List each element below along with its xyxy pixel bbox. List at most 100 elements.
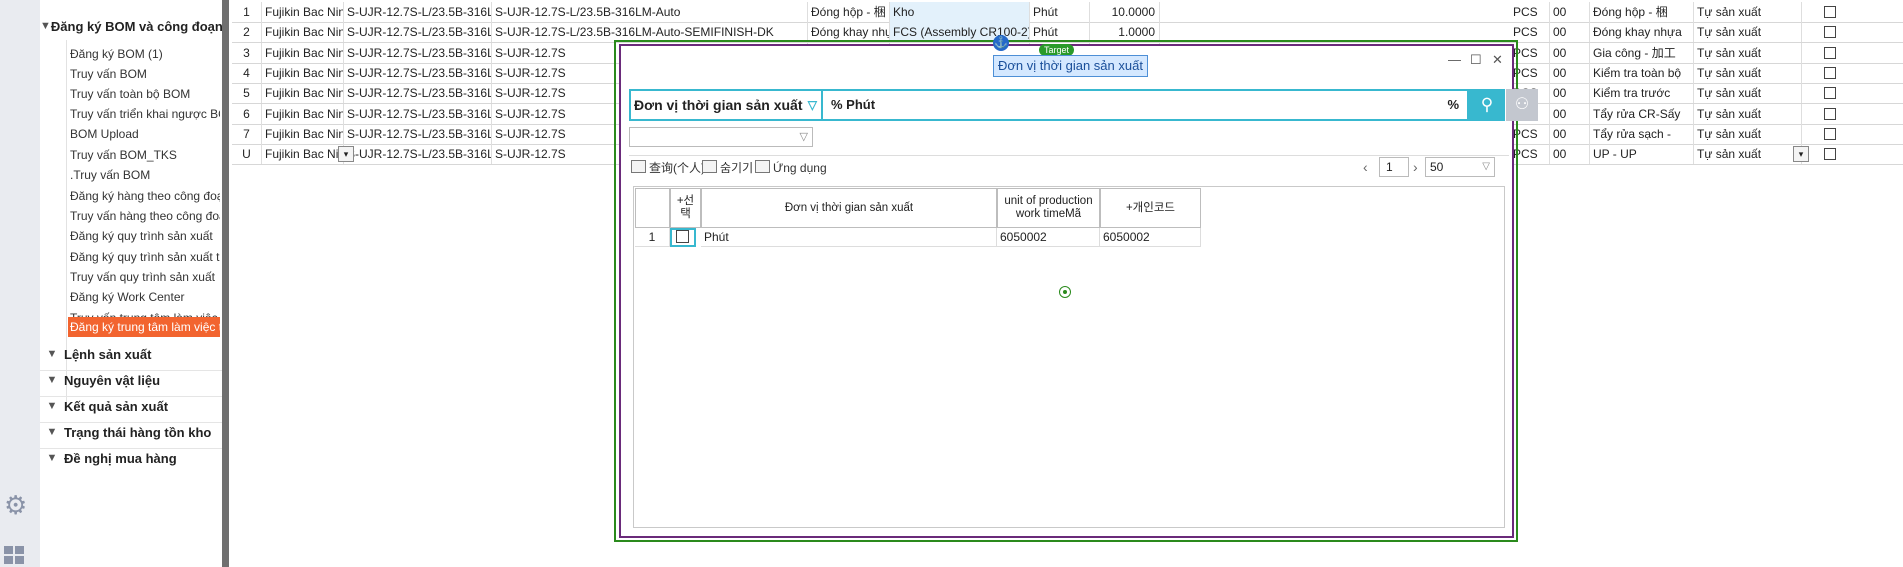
scrollbar-thumb[interactable] <box>222 0 229 567</box>
sidebar-scrollbar[interactable] <box>222 0 229 567</box>
row-checkbox[interactable] <box>1824 6 1836 18</box>
bg-cell-code[interactable]: S-UJR-12.7S-L/23.5B-316LM- <box>344 2 492 22</box>
bg-cell-company[interactable]: Fujikin Bac Ninh <box>262 103 344 124</box>
chevron-down-icon[interactable]: ▾ <box>1793 146 1809 163</box>
bg-cell-company[interactable]: Fujikin Bac Ninh <box>262 42 344 63</box>
bg-cell-company[interactable]: Fujikin Bac Nin <box>262 144 344 165</box>
bg-cell-no[interactable]: 7 <box>232 123 262 144</box>
bg-cell-src[interactable]: Tự sản xuất <box>1694 42 1802 63</box>
bg-cell-proc2[interactable]: Tẩy rửa sạch - <box>1590 123 1694 144</box>
bg-cell-name[interactable]: S-UJR-12.7S-L/23.5B-316LM-Auto <box>492 2 808 22</box>
search-input[interactable]: % Phút <box>831 91 875 119</box>
bg-cell-code[interactable]: S-UJR-12.7S-L/23.5B-316LM- <box>344 22 492 43</box>
sidebar-group[interactable]: ▼ Đề nghị mua hàng <box>40 442 222 474</box>
bg-cell-proc2[interactable]: Gia công - 加工 <box>1590 42 1694 63</box>
bg-cell-proc2[interactable]: Đóng hộp - 梱 <box>1590 2 1694 22</box>
query-personal-button[interactable]: 查询(个人) <box>631 159 705 177</box>
apps-grid-icon[interactable] <box>4 546 26 566</box>
bg-cell-no[interactable]: 1 <box>232 2 262 22</box>
bg-cell-no[interactable]: 2 <box>232 22 262 43</box>
bg-cell-c[interactable]: 00 <box>1550 2 1590 22</box>
search-button[interactable]: ⚲ <box>1469 89 1505 121</box>
sidebar-group-label: Đăng ký BOM và công đoạn <box>50 18 222 34</box>
bg-table-row[interactable]: 1 Fujikin Bac Ninh S-UJR-12.7S-L/23.5B-316… <box>232 2 1903 23</box>
grid-cell-unit[interactable]: 6050002 <box>997 228 1100 247</box>
sidebar-group-bom[interactable]: ▼ Đăng ký BOM và công đoạn <box>40 10 222 42</box>
bg-cell-c[interactable]: 00 <box>1550 83 1590 104</box>
bg-cell-company[interactable]: Fujikin Bac Ninh <box>262 62 344 83</box>
grid-cell-code[interactable]: 6050002 <box>1100 228 1201 247</box>
bg-cell-src[interactable]: Tự sản xuất <box>1694 123 1802 144</box>
hide-button[interactable]: 숨기기 <box>702 159 753 177</box>
page-size-select[interactable]: 50 ▽ <box>1425 157 1495 177</box>
search-wildcard: % <box>1447 97 1459 112</box>
bg-cell-src[interactable]: Tự sản xuất <box>1694 103 1802 124</box>
page-input[interactable]: 1 <box>1379 157 1409 177</box>
bg-cell-proc2[interactable]: Đóng khay nhựa <box>1590 22 1694 43</box>
row-checkbox[interactable] <box>1824 148 1836 161</box>
bg-cell-proc[interactable]: Kho <box>890 2 1030 22</box>
bg-cell-c[interactable]: 00 <box>1550 144 1590 165</box>
bg-cell-c[interactable]: 00 <box>1550 123 1590 144</box>
bg-cell-c[interactable]: 00 <box>1550 22 1590 43</box>
bg-cell-company[interactable]: Fujikin Bac Ninh <box>262 2 344 22</box>
bg-cell-code[interactable]: S-UJR-12.7S-L/23.5B-316LM- <box>344 62 492 83</box>
filter-select[interactable]: ▽ <box>629 127 813 147</box>
bg-cell-company[interactable]: Fujikin Bac Ninh <box>262 123 344 144</box>
bg-cell-no[interactable]: 5 <box>232 83 262 104</box>
bg-cell-src[interactable]: Tự sản xuất <box>1694 2 1802 22</box>
row-checkbox[interactable] <box>1824 26 1836 39</box>
grid-header-unit[interactable]: unit of production work timeMã <box>997 188 1100 228</box>
bg-cell-c[interactable]: 00 <box>1550 42 1590 63</box>
row-checkbox[interactable] <box>1824 46 1836 59</box>
sidebar-item-active[interactable]: Đăng ký trung tâm làm việc theo <box>68 317 220 337</box>
bg-cell-no[interactable]: U <box>232 144 262 165</box>
reset-button[interactable]: ⚇ <box>1506 89 1538 121</box>
grid-header-name[interactable]: Đơn vị thời gian sản xuất <box>701 188 997 228</box>
bg-cell-proc2[interactable]: Kiểm tra toàn bộ <box>1590 62 1694 83</box>
grid-cell-name[interactable]: Phút <box>701 228 997 247</box>
bg-cell-unit[interactable]: Phút <box>1030 2 1090 22</box>
bg-cell-no[interactable]: 3 <box>232 42 262 63</box>
row-checkbox[interactable] <box>1824 127 1836 140</box>
bg-cell-c[interactable]: 00 <box>1550 62 1590 83</box>
bg-cell-pack[interactable]: Đóng hộp - 梱 <box>808 2 890 22</box>
search-field-select[interactable]: Đơn vị thời gian sản xuất ▽ <box>631 91 823 119</box>
bg-cell-proc2[interactable]: Kiểm tra trước <box>1590 83 1694 104</box>
grid-header-select[interactable]: +선 택 <box>670 188 701 228</box>
bg-cell-src[interactable]: Tự sản xuất <box>1694 22 1802 43</box>
bg-cell-src[interactable]: Tự sản xuất <box>1694 144 1802 165</box>
bg-cell-no[interactable]: 6 <box>232 103 262 124</box>
row-checkbox[interactable] <box>1824 107 1836 120</box>
grid-row-checkbox[interactable] <box>670 228 696 247</box>
bg-cell-code[interactable]: S-UJR-12.7S-L/23.5B-316LM- <box>344 83 492 104</box>
grid-header-code[interactable]: +개인코드 <box>1100 188 1201 228</box>
bg-cell-qty[interactable]: 10.0000 <box>1090 2 1160 22</box>
hide-icon <box>702 160 717 173</box>
prev-page-icon[interactable]: ‹ <box>1363 157 1368 177</box>
apply-button[interactable]: Ứng dụng <box>755 159 827 177</box>
bg-cell-proc2[interactable]: Tẩy rửa CR-Sấy <box>1590 103 1694 124</box>
bg-cell-company[interactable]: Fujikin Bac Ninh <box>262 83 344 104</box>
bg-cell-src[interactable]: Tự sản xuất <box>1694 62 1802 83</box>
maximize-icon[interactable]: ☐ <box>1470 52 1482 68</box>
next-page-icon[interactable]: › <box>1413 157 1418 177</box>
bg-cell-src[interactable]: Tự sản xuất <box>1694 83 1802 104</box>
bg-cell-c[interactable]: 00 <box>1550 103 1590 124</box>
bg-cell-code[interactable]: S-UJR-12.7S-L/23.5B-316LM- <box>344 144 492 165</box>
row-checkbox[interactable] <box>1824 66 1836 79</box>
anchor-icon: ⚓ <box>993 35 1009 51</box>
checkbox[interactable] <box>676 230 689 243</box>
close-icon[interactable]: ✕ <box>1492 52 1503 68</box>
bg-cell-code[interactable]: S-UJR-12.7S-L/23.5B-316LM- <box>344 103 492 124</box>
gear-icon[interactable]: ⚙ <box>4 490 27 521</box>
bg-cell-code[interactable]: S-UJR-12.7S-L/23.5B-316LM- <box>344 42 492 63</box>
minimize-icon[interactable]: — <box>1448 52 1461 67</box>
bg-cell-no[interactable]: 4 <box>232 62 262 83</box>
bg-cell-proc2[interactable]: UP - UP <box>1590 144 1694 165</box>
bg-cell-u2[interactable]: PCS <box>1510 2 1550 22</box>
bg-cell-company[interactable]: Fujikin Bac Ninh <box>262 22 344 43</box>
bg-cell-code[interactable]: S-UJR-12.7S-L/23.5B-316LM- <box>344 123 492 144</box>
row-checkbox[interactable] <box>1824 87 1836 100</box>
chevron-down-icon[interactable]: ▾ <box>338 146 354 163</box>
